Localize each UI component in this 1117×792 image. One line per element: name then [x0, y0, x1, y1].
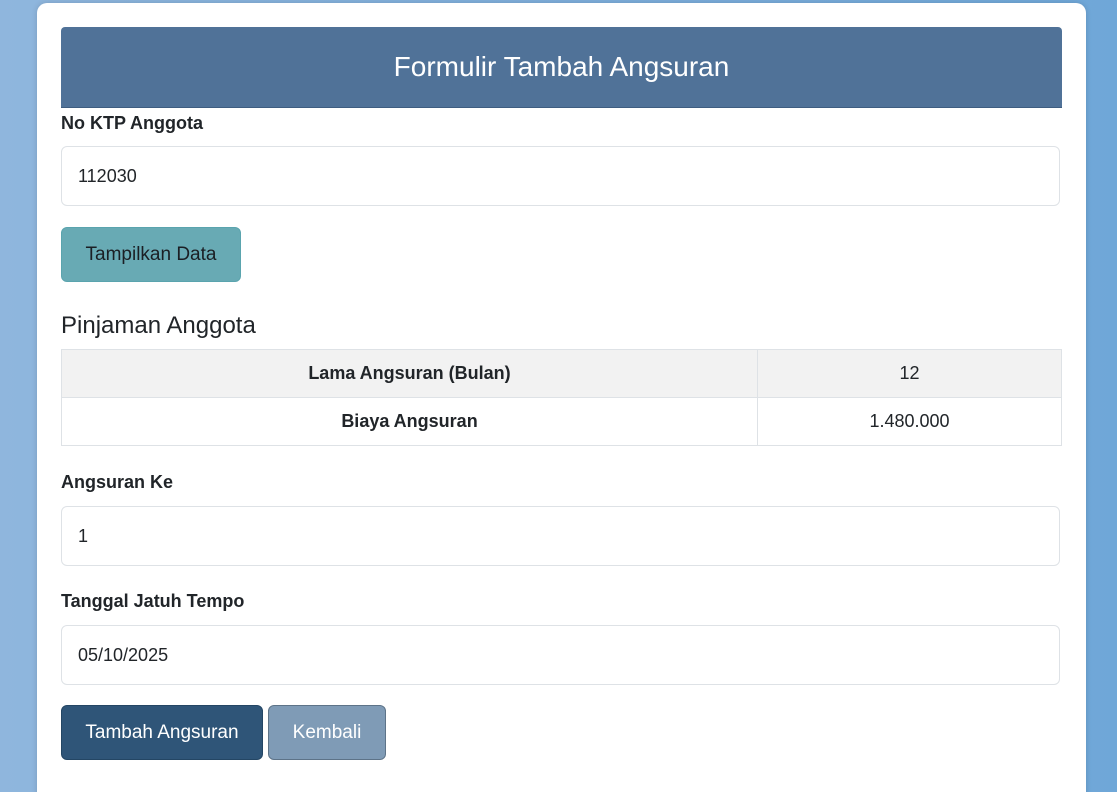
show-data-button[interactable]: Tampilkan Data [61, 227, 241, 282]
form-header: Formulir Tambah Angsuran [61, 27, 1062, 108]
page-title: Formulir Tambah Angsuran [393, 51, 730, 82]
due-date-input[interactable]: 05/10/2025 [61, 625, 1060, 685]
due-date-value: 05/10/2025 [78, 644, 169, 665]
back-button-label: Kembali [292, 721, 362, 743]
ktp-input[interactable]: 112030 [61, 146, 1060, 206]
add-installment-button[interactable]: Tambah Angsuran [61, 705, 263, 760]
ktp-label: No KTP Anggota [61, 113, 203, 133]
installment-number-label: Angsuran Ke [61, 472, 174, 492]
add-installment-button-label: Tambah Angsuran [85, 721, 239, 743]
loan-duration-value: 12 [757, 349, 1062, 398]
form-card: Formulir Tambah Angsuran No KTP Anggota … [37, 3, 1086, 792]
installment-cost-value: 1.480.000 [757, 397, 1062, 446]
installment-number-input[interactable]: 1 [61, 506, 1060, 566]
table-row: Biaya Angsuran 1.480.000 [61, 397, 1062, 446]
installment-cost-label: Biaya Angsuran [61, 397, 758, 446]
ktp-input-value: 112030 [78, 165, 137, 186]
show-data-button-label: Tampilkan Data [85, 243, 217, 265]
installment-number-value: 1 [78, 525, 89, 546]
table-row: Lama Angsuran (Bulan) 12 [61, 349, 1062, 398]
back-button[interactable]: Kembali [268, 705, 386, 760]
loan-section-title: Pinjaman Anggota [61, 312, 256, 339]
loan-duration-label: Lama Angsuran (Bulan) [61, 349, 758, 398]
loan-table: Lama Angsuran (Bulan) 12 Biaya Angsuran … [61, 349, 1062, 446]
due-date-label: Tanggal Jatuh Tempo [61, 591, 245, 611]
